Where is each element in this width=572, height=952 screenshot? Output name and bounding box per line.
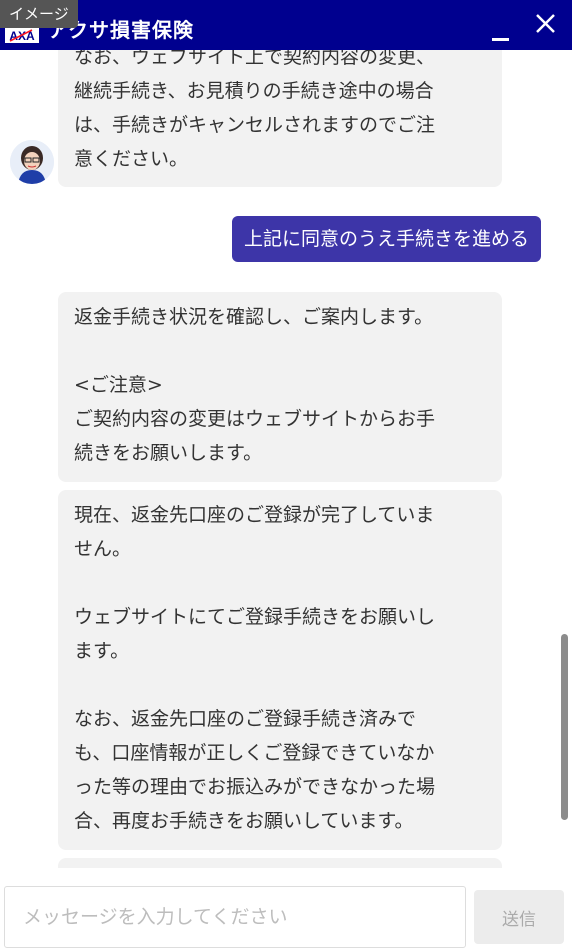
bot-message: 現在、返金先口座のご登録が完了していま せん。 ウェブサイトにてご登録手続きをお… xyxy=(58,490,502,850)
chat-log: なお、ウェブサイト上で契約内容の変更、 継続手続き、お見積りの手続き途中の場合 … xyxy=(0,50,572,868)
user-message: 上記に同意のうえ手続きを進める xyxy=(231,216,541,262)
close-button[interactable] xyxy=(532,10,560,38)
axa-logo: AXA xyxy=(4,27,40,44)
send-button[interactable]: 送信 xyxy=(474,890,564,944)
operator-avatar xyxy=(10,140,54,184)
chat-scrollbar[interactable] xyxy=(561,634,568,820)
image-overlay-label: イメージ xyxy=(0,0,78,28)
bot-message: 返金手続き状況を確認し、ご案内します。 <ご注意> ご契約内容の変更はウェブサイ… xyxy=(58,292,502,482)
bot-message: なお、ウェブサイト上で契約内容の変更、 継続手続き、お見積りの手続き途中の場合 … xyxy=(58,50,502,187)
chat-header: AXA アクサ損害保険 xyxy=(0,0,572,50)
message-input[interactable] xyxy=(4,886,466,948)
bot-message-partial xyxy=(58,858,502,868)
minimize-button[interactable] xyxy=(490,22,512,44)
close-icon xyxy=(536,14,555,33)
composer: 送信 xyxy=(0,868,572,952)
